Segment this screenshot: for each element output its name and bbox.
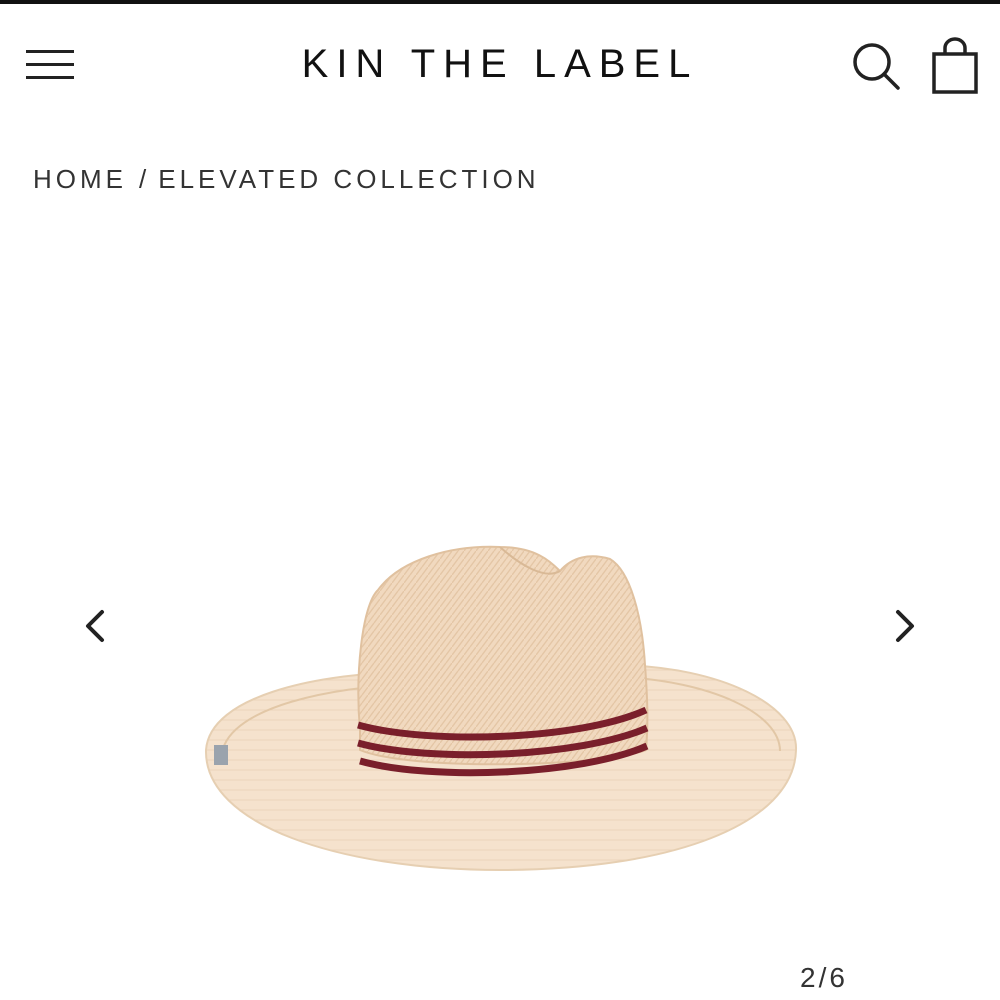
breadcrumb-separator: / bbox=[139, 164, 151, 194]
menu-line bbox=[26, 76, 74, 79]
image-counter-separator: / bbox=[818, 962, 830, 993]
hamburger-menu-icon[interactable] bbox=[26, 50, 74, 82]
menu-line bbox=[26, 50, 74, 53]
menu-line bbox=[26, 63, 74, 66]
breadcrumb: HOME / ELEVATED COLLECTION bbox=[33, 164, 540, 195]
site-header: KIN THE LABEL bbox=[0, 4, 1000, 124]
product-image-gallery bbox=[0, 230, 1000, 1000]
breadcrumb-home-link[interactable]: HOME bbox=[33, 164, 127, 194]
image-counter-total: 6 bbox=[829, 962, 848, 993]
shopping-bag-icon[interactable] bbox=[930, 36, 980, 96]
search-icon[interactable] bbox=[850, 40, 902, 92]
product-image-straw-hat[interactable] bbox=[200, 535, 800, 880]
brand-logo[interactable]: KIN THE LABEL bbox=[250, 42, 750, 87]
chevron-right-icon[interactable] bbox=[884, 606, 924, 646]
chevron-left-icon[interactable] bbox=[76, 606, 116, 646]
breadcrumb-current: ELEVATED COLLECTION bbox=[158, 164, 540, 194]
image-counter-current: 2 bbox=[800, 962, 819, 993]
image-counter: 2/6 bbox=[800, 962, 848, 994]
